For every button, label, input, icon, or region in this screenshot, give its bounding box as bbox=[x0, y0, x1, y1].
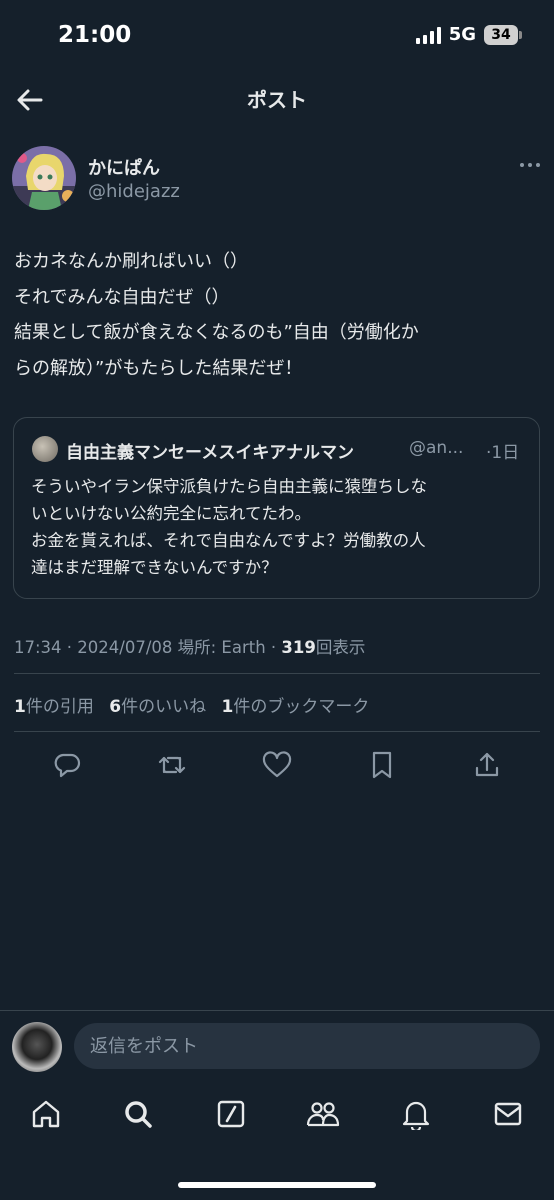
quoted-author-handle: @an... bbox=[409, 438, 464, 458]
bookmarks-count: 1 bbox=[221, 697, 234, 717]
views-count: 319 bbox=[281, 638, 316, 657]
quoted-line: 達はまだ理解できないんですか？ bbox=[31, 558, 278, 577]
battery-icon: 34 bbox=[484, 24, 522, 45]
post-line: おカネなんか刷ればいい（） bbox=[14, 251, 248, 272]
quoted-line: いといけない公約完全に忘れてたわ。 bbox=[31, 504, 312, 523]
communities-icon[interactable] bbox=[303, 1094, 343, 1134]
bookmarks-label: 件のブックマーク bbox=[233, 697, 370, 717]
quoted-line: お金を貰えれば、それで自由なんですよ？労働教の人 bbox=[31, 531, 426, 550]
mail-icon[interactable] bbox=[488, 1094, 528, 1134]
bookmarks-stat[interactable]: 1件のブックマーク bbox=[222, 697, 370, 717]
grok-icon[interactable] bbox=[211, 1094, 251, 1134]
reply-input[interactable] bbox=[74, 1023, 540, 1069]
more-options-icon[interactable] bbox=[520, 163, 540, 167]
bookmark-icon[interactable] bbox=[365, 748, 399, 782]
status-indicators: 5G 34 bbox=[415, 24, 522, 45]
search-icon[interactable] bbox=[118, 1094, 158, 1134]
post-line: 結果として飯が食えなくなるのも”自由（労働化か bbox=[14, 322, 419, 343]
quotes-label: 件の引用 bbox=[25, 697, 94, 717]
likes-stat[interactable]: 6件のいいね bbox=[109, 697, 206, 717]
author-name[interactable]: かにぱん bbox=[88, 154, 160, 180]
likes-count: 6 bbox=[109, 697, 122, 717]
likes-label: 件のいいね bbox=[121, 697, 207, 717]
author-avatar[interactable] bbox=[12, 146, 76, 210]
quoted-post-card[interactable]: 自由主義マンセーメスイキアナルマン @an... ·1日 そういやイラン保守派負… bbox=[13, 417, 540, 599]
post-line: それでみんな自由だぜ（） bbox=[14, 286, 230, 308]
heart-icon[interactable] bbox=[260, 748, 294, 782]
quoted-line: そういやイラン保守派負けたら自由主義に猿堕ちしな bbox=[31, 477, 427, 496]
post-timestamp-location: 17:34 · 2024/07/08 場所: Earth · bbox=[14, 638, 282, 657]
battery-level: 34 bbox=[491, 26, 511, 43]
quoted-author-avatar bbox=[32, 436, 58, 462]
post-line: らの解放）”がもたらした結果だぜ！ bbox=[14, 357, 303, 379]
bell-icon[interactable] bbox=[396, 1094, 436, 1134]
quotes-stat[interactable]: 1件の引用 bbox=[14, 697, 94, 717]
quotes-count: 1 bbox=[14, 697, 26, 717]
post-meta: 17:34 · 2024/07/08 場所: Earth · 319回表示 bbox=[14, 634, 365, 658]
divider bbox=[0, 1010, 554, 1011]
engagement-stats: 1件の引用 6件のいいね 1件のブックマーク bbox=[14, 692, 369, 717]
divider bbox=[14, 731, 540, 732]
arrow-left-icon[interactable] bbox=[14, 84, 46, 116]
signal-icon bbox=[415, 26, 441, 44]
page-title: ポスト bbox=[247, 88, 307, 112]
divider bbox=[14, 673, 540, 674]
my-avatar[interactable] bbox=[12, 1022, 62, 1072]
post-text: おカネなんか刷ればいい（） それでみんな自由だぜ（） 結果として飯が食えなくなる… bbox=[14, 244, 544, 386]
network-type: 5G bbox=[448, 24, 476, 45]
home-indicator bbox=[178, 1182, 376, 1188]
author-handle[interactable]: @hidejazz bbox=[88, 181, 180, 202]
status-time: 21:00 bbox=[58, 22, 132, 48]
home-icon[interactable] bbox=[26, 1094, 66, 1134]
views-label: 回表示 bbox=[315, 638, 366, 657]
quoted-post-text: そういやイラン保守派負けたら自由主義に猿堕ちしな いといけない公約完全に忘れてた… bbox=[31, 473, 531, 581]
retweet-icon[interactable] bbox=[155, 748, 189, 782]
reply-icon[interactable] bbox=[50, 748, 84, 782]
quoted-post-time: ·1日 bbox=[486, 438, 519, 463]
quoted-time-value: 1日 bbox=[491, 443, 520, 463]
quoted-author-name: 自由主義マンセーメスイキアナルマン bbox=[66, 443, 354, 463]
share-icon[interactable] bbox=[470, 748, 504, 782]
